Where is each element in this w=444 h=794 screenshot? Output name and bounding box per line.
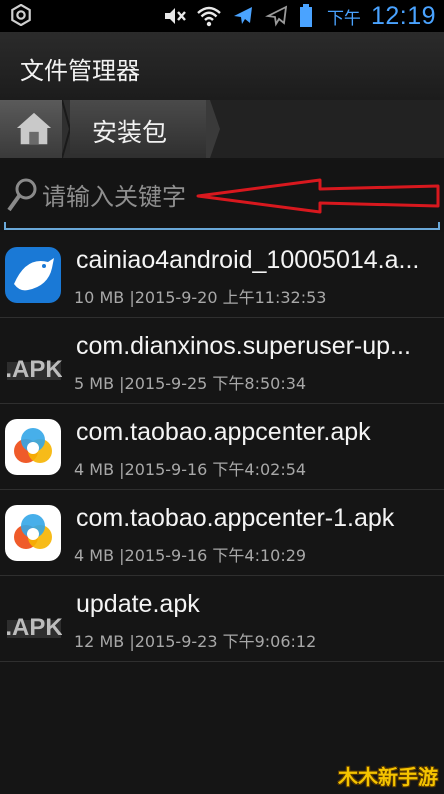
svg-text:.APK: .APK: [5, 356, 62, 383]
breadcrumb-home[interactable]: [0, 100, 70, 158]
file-list: cainiao4android_10005014.a... 10 MB |201…: [0, 232, 444, 662]
wifi-icon: [197, 6, 221, 27]
list-item[interactable]: .APK update.apk 12 MB |2015-9-23 下午9:06:…: [0, 576, 444, 662]
apk-generic-icon: .APK: [5, 356, 62, 383]
cainiao-app-icon: [5, 247, 61, 303]
home-icon: [16, 112, 52, 145]
file-name: com.taobao.appcenter-1.apk: [76, 504, 395, 532]
file-meta: 4 MB |2015-9-16 下午4:10:29: [74, 546, 307, 565]
airplane-outline-icon: [264, 5, 288, 27]
search-icon: [7, 178, 37, 212]
settings-icon: [11, 4, 31, 26]
breadcrumb-current-label: 安装包: [92, 118, 168, 147]
file-name: com.taobao.appcenter.apk: [76, 418, 371, 446]
list-item[interactable]: com.taobao.appcenter.apk 4 MB |2015-9-16…: [0, 404, 444, 490]
svg-text:.APK: .APK: [5, 614, 62, 641]
status-time: 12:19: [370, 1, 436, 30]
file-meta: 5 MB |2015-9-25 下午8:50:34: [74, 374, 307, 393]
status-bar: 下午 12:19: [0, 0, 444, 32]
file-name: cainiao4android_10005014.a...: [76, 246, 420, 274]
battery-icon: [299, 4, 312, 27]
mute-icon: [164, 8, 186, 24]
search-underline: [4, 222, 440, 230]
file-meta: 12 MB |2015-9-23 下午9:06:12: [74, 632, 317, 651]
breadcrumb: 安装包: [0, 100, 444, 158]
red-arrow-annotation: [196, 178, 440, 214]
app-title: 文件管理器: [20, 57, 140, 85]
status-ampm: 下午: [326, 8, 361, 29]
list-item[interactable]: .APK com.dianxinos.superuser-up... 5 MB …: [0, 318, 444, 404]
taobao-appcenter-icon: [5, 419, 61, 475]
list-item[interactable]: cainiao4android_10005014.a... 10 MB |201…: [0, 232, 444, 318]
apk-generic-icon: .APK: [5, 614, 62, 641]
file-name: update.apk: [76, 590, 200, 618]
taobao-appcenter-icon: [5, 505, 61, 561]
breadcrumb-end-separator: [206, 100, 220, 158]
airplane-icon: [233, 7, 252, 24]
file-meta: 10 MB |2015-9-20 上午11:32:53: [74, 288, 327, 307]
watermark: 木木新手游: [338, 765, 438, 789]
file-meta: 4 MB |2015-9-16 下午4:02:54: [74, 460, 307, 479]
file-name: com.dianxinos.superuser-up...: [76, 332, 411, 360]
title-bar: 文件管理器: [0, 32, 444, 101]
list-item[interactable]: com.taobao.appcenter-1.apk 4 MB |2015-9-…: [0, 490, 444, 576]
